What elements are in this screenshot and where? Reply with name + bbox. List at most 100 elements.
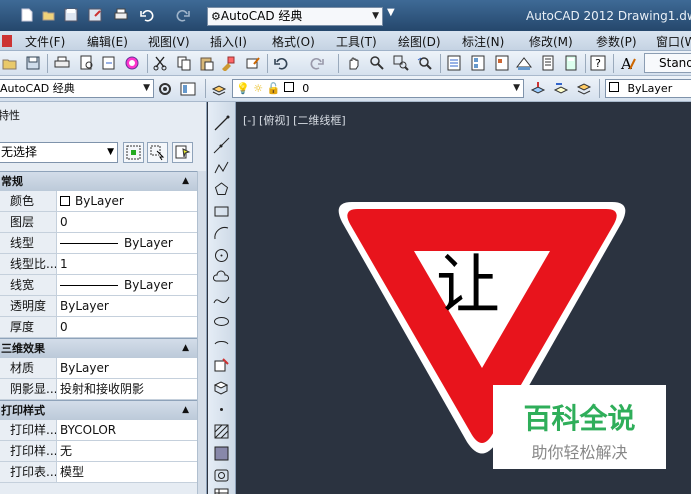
draw-toolbar <box>208 102 236 494</box>
property-row[interactable]: 打印样... 无 <box>0 441 197 462</box>
layer-combo[interactable]: 💡 ☼ 🔓 0 ▼ <box>232 79 524 98</box>
insert-block-icon[interactable] <box>213 357 230 374</box>
select-objects-button[interactable] <box>147 142 168 163</box>
menu-insert[interactable]: 插入(I) <box>210 33 247 50</box>
paste-icon[interactable] <box>199 55 215 71</box>
save-icon[interactable] <box>25 55 41 71</box>
section-plot-style[interactable]: 打印样式 ▲ <box>0 400 197 420</box>
open-file-icon[interactable] <box>42 8 56 22</box>
region-icon[interactable] <box>213 467 230 484</box>
print-icon[interactable] <box>114 8 128 22</box>
block-editor-icon[interactable] <box>245 55 261 71</box>
ellipse-icon[interactable] <box>213 313 230 330</box>
layer-previous-icon[interactable] <box>553 81 569 97</box>
property-row[interactable]: 图层 0 <box>0 212 197 233</box>
text-style-select[interactable]: Standard <box>644 53 691 73</box>
property-row[interactable]: 打印表... 模型 <box>0 462 197 483</box>
menu-modify[interactable]: 修改(M) <box>529 33 573 50</box>
menu-tools[interactable]: 工具(T) <box>336 33 377 50</box>
revision-cloud-icon[interactable] <box>213 269 230 286</box>
construction-line-icon[interactable] <box>213 137 230 154</box>
pan-icon[interactable] <box>345 55 361 71</box>
zoom-window-icon[interactable] <box>393 55 409 71</box>
my-workspace-icon[interactable] <box>180 81 196 97</box>
layer-states-icon[interactable] <box>576 81 592 97</box>
toolbar-separator <box>47 54 48 73</box>
save-as-icon[interactable] <box>88 8 102 22</box>
open-icon[interactable] <box>2 55 18 71</box>
layer-properties-icon[interactable] <box>211 81 227 97</box>
property-row[interactable]: 颜色 ByLayer <box>0 191 197 212</box>
property-row[interactable]: 打印样... BYCOLOR <box>0 420 197 441</box>
menu-file[interactable]: 文件(F) <box>25 33 65 50</box>
sheet-set-manager-icon[interactable] <box>516 55 532 71</box>
menu-edit[interactable]: 编辑(E) <box>87 33 128 50</box>
undo-icon[interactable] <box>140 8 154 22</box>
hatch-icon[interactable] <box>213 423 230 440</box>
properties-icon[interactable] <box>446 55 462 71</box>
collapse-icon[interactable]: ▲ <box>182 172 189 191</box>
section-general[interactable]: 常规 ▲ <box>0 171 197 191</box>
property-row[interactable]: 透明度 ByLayer <box>0 296 197 317</box>
line-icon[interactable] <box>213 115 230 132</box>
markup-set-manager-icon[interactable] <box>540 55 556 71</box>
help-icon[interactable]: ? <box>590 55 606 71</box>
palette-scrollbar[interactable] <box>197 171 206 494</box>
circle-icon[interactable] <box>213 247 230 264</box>
property-row[interactable]: 线型 ByLayer <box>0 233 197 254</box>
property-row[interactable]: 线宽 ByLayer <box>0 275 197 296</box>
zoom-previous-icon[interactable] <box>417 55 433 71</box>
make-block-icon[interactable] <box>213 379 230 396</box>
publish-icon[interactable] <box>101 55 117 71</box>
cut-icon[interactable] <box>152 55 168 71</box>
customize-quick-access-icon[interactable]: ▼ <box>387 7 401 21</box>
toggle-pickadd-button[interactable] <box>123 142 144 163</box>
menu-parametric[interactable]: 参数(P) <box>596 33 637 50</box>
tool-palettes-icon[interactable] <box>494 55 510 71</box>
workspace-settings-icon[interactable] <box>157 81 173 97</box>
polyline-icon[interactable] <box>213 159 230 176</box>
gradient-icon[interactable] <box>213 445 230 462</box>
design-center-icon[interactable] <box>470 55 486 71</box>
zoom-realtime-icon[interactable] <box>369 55 385 71</box>
plot-preview-icon[interactable] <box>79 55 95 71</box>
workspace-switch-select[interactable]: ⚙AutoCAD 经典 ▼ <box>207 7 383 26</box>
menu-view[interactable]: 视图(V) <box>148 33 190 50</box>
copy-icon[interactable] <box>176 55 192 71</box>
menu-dimension[interactable]: 标注(N) <box>462 33 504 50</box>
make-current-layer-icon[interactable] <box>530 81 546 97</box>
polygon-icon[interactable] <box>213 181 230 198</box>
property-row[interactable]: 线型比... 1 <box>0 254 197 275</box>
property-row[interactable]: 厚度 0 <box>0 317 197 338</box>
undo-icon[interactable] <box>273 55 289 71</box>
ellipse-arc-icon[interactable] <box>213 335 230 352</box>
point-icon[interactable] <box>213 401 230 418</box>
collapse-icon[interactable]: ▲ <box>182 339 189 358</box>
table-icon[interactable] <box>213 487 230 494</box>
plot-icon[interactable] <box>54 55 70 71</box>
workspace-combo[interactable]: AutoCAD 经典 ▼ <box>0 79 154 98</box>
new-file-icon[interactable] <box>20 8 34 22</box>
quickcalc-icon[interactable] <box>563 55 579 71</box>
app-menu-icon[interactable] <box>2 35 12 47</box>
quick-select-button[interactable] <box>172 142 193 163</box>
property-row[interactable]: 阴影显... 投射和接收阴影 <box>0 379 197 400</box>
collapse-icon[interactable]: ▲ <box>182 401 189 420</box>
save-icon[interactable] <box>64 8 78 22</box>
menu-window[interactable]: 窗口(W) <box>656 33 691 50</box>
match-properties-icon[interactable] <box>220 55 236 71</box>
rectangle-icon[interactable] <box>213 203 230 220</box>
selection-combo[interactable]: 无选择 ▼ <box>0 142 118 163</box>
arc-icon[interactable] <box>213 225 230 242</box>
text-style-icon[interactable]: A <box>620 55 636 71</box>
color-control-combo[interactable]: ByLayer <box>605 79 691 98</box>
viewport-controls[interactable]: [-] [俯视] [二维线框] <box>243 112 346 128</box>
redo-icon[interactable] <box>309 55 325 71</box>
spline-icon[interactable] <box>213 291 230 308</box>
redo-icon[interactable] <box>176 8 190 22</box>
section-3d-effects[interactable]: 三维效果 ▲ <box>0 338 197 358</box>
3d-dwf-icon[interactable] <box>124 55 140 71</box>
property-row[interactable]: 材质 ByLayer <box>0 358 197 379</box>
menu-draw[interactable]: 绘图(D) <box>398 33 441 50</box>
menu-format[interactable]: 格式(O) <box>272 33 315 50</box>
